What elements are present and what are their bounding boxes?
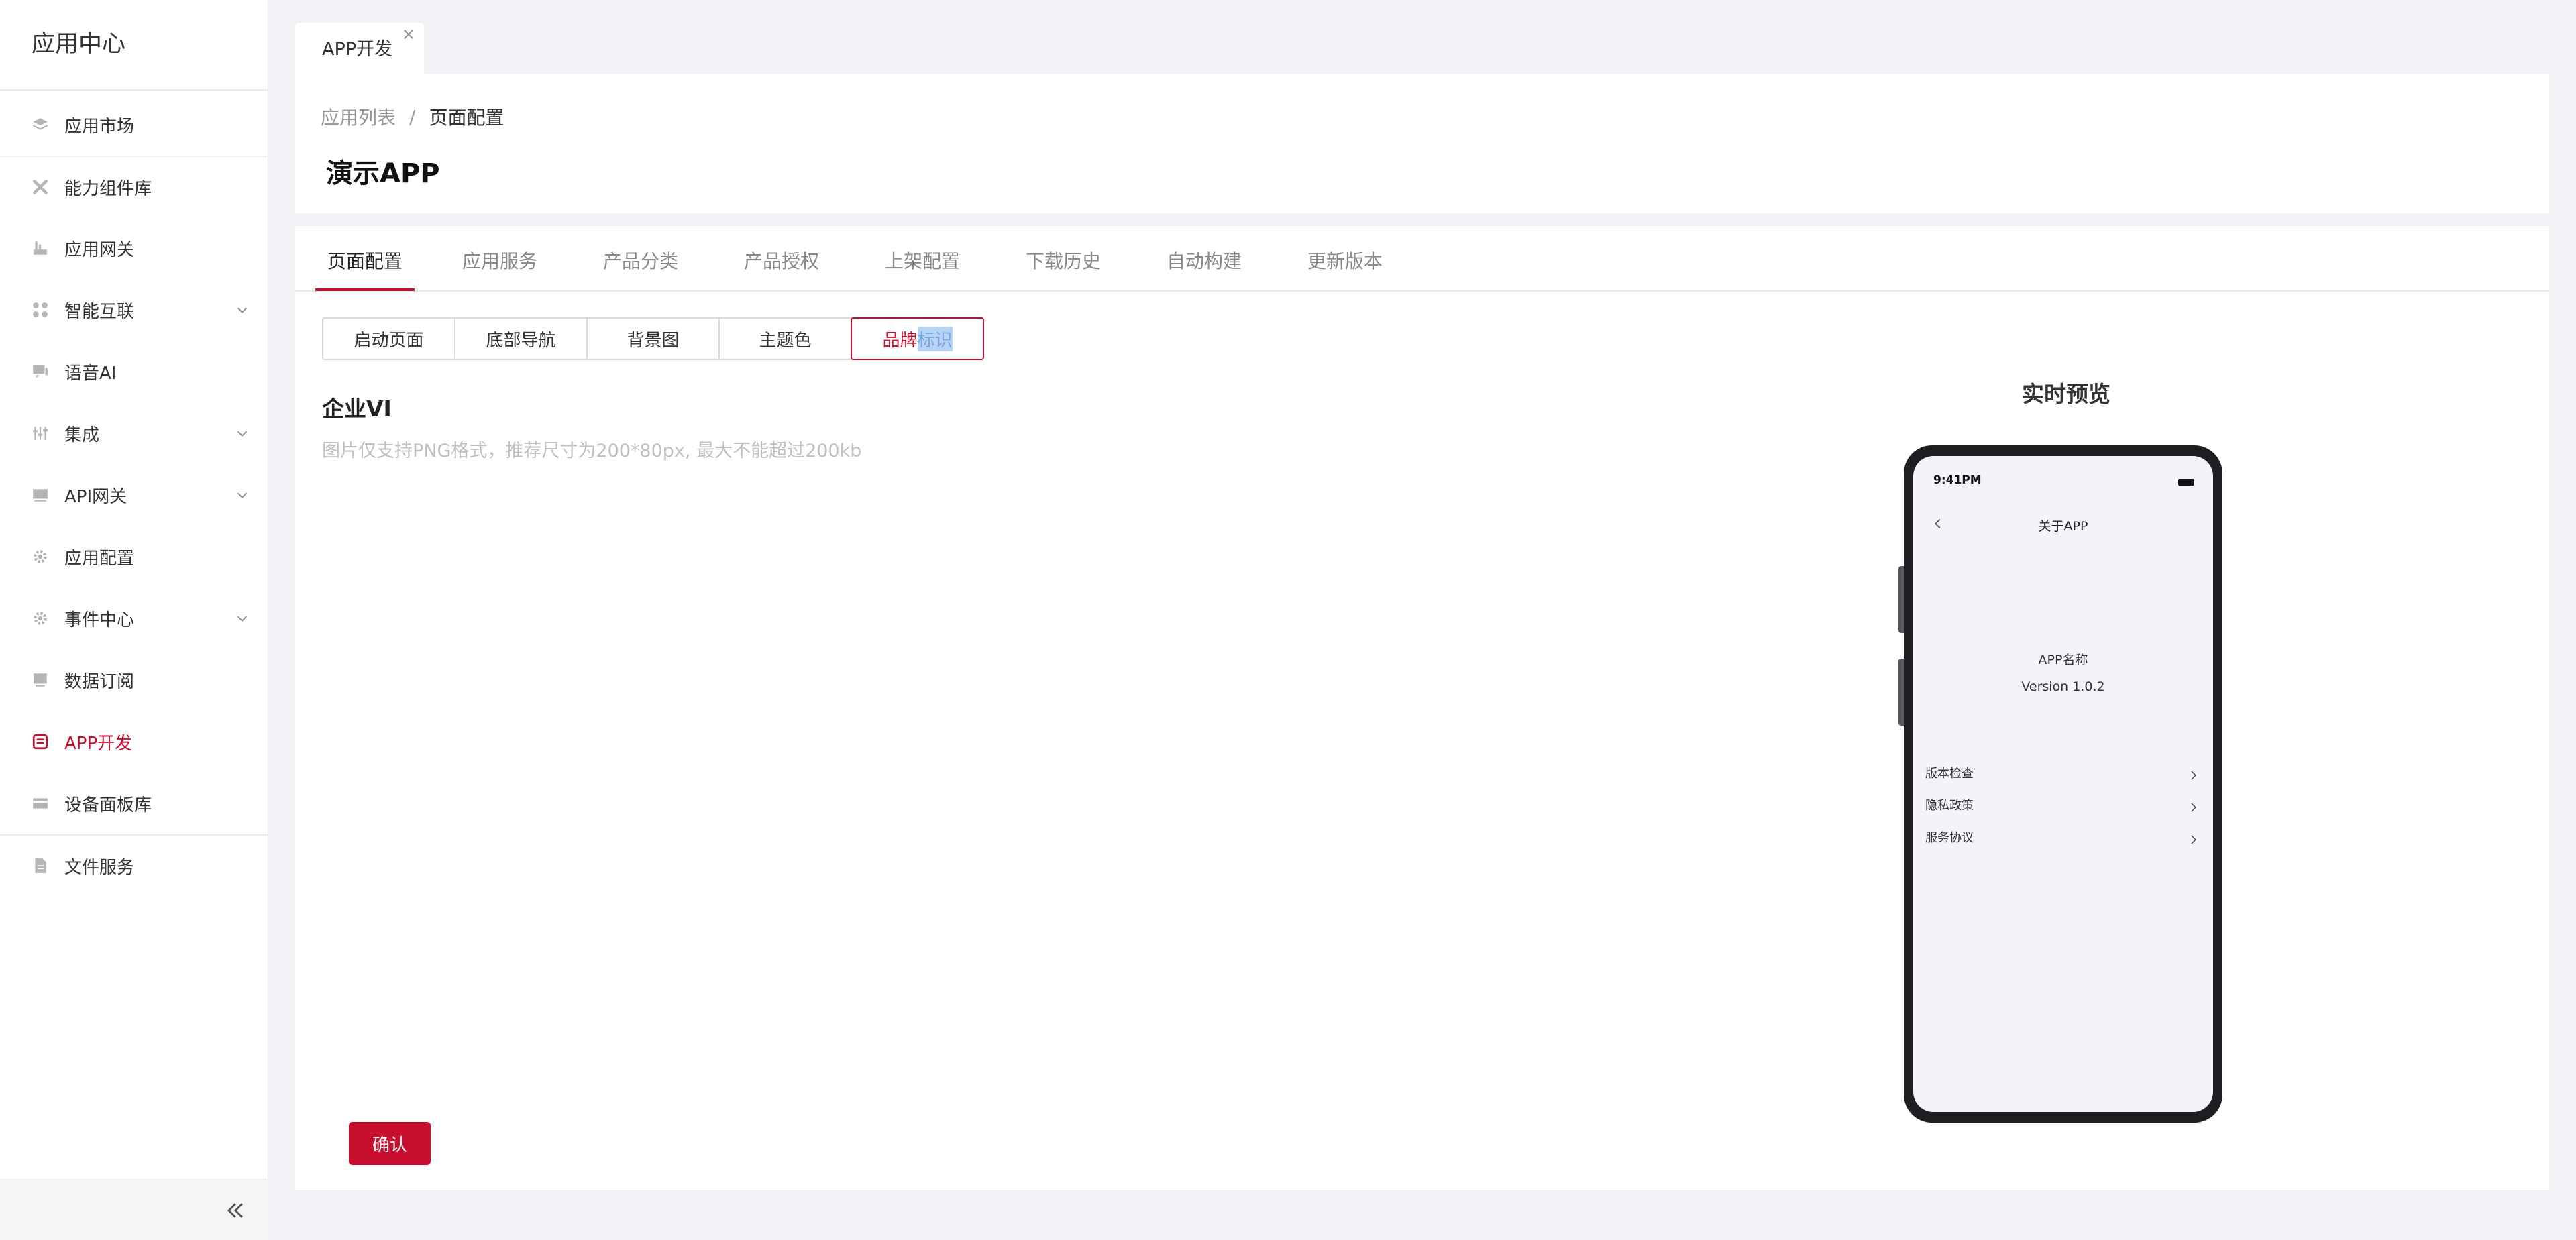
tab-update-version[interactable]: 更新版本	[1299, 250, 1391, 290]
status-time: 9:41PM	[1933, 473, 1982, 487]
phone-row-label: 版本检查	[1925, 767, 1974, 781]
segment-background[interactable]: 背景图	[586, 317, 720, 360]
sidebar: 应用中心 应用市场 能力组件库 应用网关 智能互联 语音AI 集成 API网关 …	[0, 0, 268, 1240]
sidebar-item-label: 设备面板库	[64, 795, 152, 815]
chat-icon	[32, 363, 49, 380]
sidebar-item-smart-connect[interactable]: 智能互联	[0, 279, 268, 341]
sidebar-item-event-center[interactable]: 事件中心	[0, 587, 268, 649]
breadcrumb-separator: /	[409, 105, 416, 128]
preview-title: 实时预览	[2022, 381, 2110, 407]
chevron-down-icon[interactable]	[235, 611, 250, 626]
sidebar-footer	[0, 1179, 268, 1240]
segment-brand-logo[interactable]: 品牌 标识	[851, 317, 984, 360]
config-segment-group: 启动页面 底部导航 背景图 主题色 品牌 标识	[322, 317, 984, 360]
phone-row-label: 服务协议	[1925, 831, 1974, 845]
sidebar-item-label: API网关	[64, 486, 127, 507]
gear-icon	[32, 548, 49, 565]
tab-download-history[interactable]: 下载历史	[1018, 250, 1109, 290]
sidebar-item-app-market[interactable]: 应用市场	[0, 94, 268, 156]
sidebar-item-label: 应用市场	[64, 116, 135, 137]
sidebar-item-file-service[interactable]: 文件服务	[0, 834, 268, 896]
sidebar-item-label: 应用网关	[64, 239, 135, 260]
sliders-icon	[32, 425, 49, 442]
upload-hint: 图片仅支持PNG格式，推荐尺寸为200*80px, 最大不能超过200kb	[322, 441, 862, 461]
collapse-sidebar-icon[interactable]	[224, 1199, 247, 1222]
confirm-button[interactable]: 确认	[349, 1122, 431, 1165]
tab-auto-build[interactable]: 自动构建	[1159, 250, 1250, 290]
sidebar-item-label: 智能互联	[64, 301, 135, 322]
breadcrumb-item-current: 页面配置	[429, 107, 504, 129]
breadcrumb: 应用列表 / 页面配置	[321, 103, 504, 130]
main-card: 页面配置 应用服务 产品分类 产品授权 上架配置 下载历史 自动构建 更新版本 …	[295, 226, 2549, 1190]
screen-icon	[32, 671, 49, 689]
segment-bottom-nav[interactable]: 底部导航	[454, 317, 588, 360]
sidebar-item-integration[interactable]: 集成	[0, 402, 268, 464]
segment-splash-page[interactable]: 启动页面	[322, 317, 455, 360]
sidebar-item-api-gateway[interactable]: API网关	[0, 464, 268, 526]
phone-row-version-check[interactable]: 版本检查	[1925, 761, 2201, 788]
sidebar-item-label: 应用配置	[64, 548, 135, 569]
tab-listing-config[interactable]: 上架配置	[877, 250, 968, 290]
segment-theme-color[interactable]: 主题色	[718, 317, 852, 360]
tab-product-auth[interactable]: 产品授权	[736, 250, 827, 290]
top-tab-app-dev[interactable]: APP开发	[295, 23, 424, 74]
phone-side-button	[1898, 566, 1904, 633]
monitor-icon	[32, 486, 49, 504]
chevron-right-icon	[2191, 771, 2197, 780]
phone-row-label: 隐私政策	[1925, 799, 1974, 813]
chevron-down-icon[interactable]	[235, 302, 250, 317]
segment-label-highlight: 标识	[917, 326, 953, 351]
sidebar-item-label: 语音AI	[64, 363, 117, 384]
sidebar-item-label: 能力组件库	[64, 178, 152, 199]
header-card: 应用列表 / 页面配置 演示APP	[295, 74, 2549, 213]
phone-row-service-agreement[interactable]: 服务协议	[1925, 826, 2201, 852]
tab-product-category[interactable]: 产品分类	[595, 250, 686, 290]
card-icon	[32, 795, 49, 812]
sidebar-item-voice-ai[interactable]: 语音AI	[0, 341, 268, 402]
sidebar-item-app-config[interactable]: 应用配置	[0, 526, 268, 587]
phone-screen: 9:41PM 关于APP APP名称 Version 1.0.2 版本检查 隐私…	[1913, 456, 2213, 1112]
chevron-down-icon[interactable]	[235, 426, 250, 441]
app-version: Version 1.0.2	[2021, 679, 2105, 694]
section-title: 企业VI	[322, 396, 392, 422]
sidebar-item-data-subscription[interactable]: 数据订阅	[0, 649, 268, 711]
breadcrumb-item-app-list[interactable]: 应用列表	[321, 103, 396, 130]
sidebar-title: 应用中心	[0, 0, 268, 91]
sidebar-item-gateway[interactable]: 应用网关	[0, 217, 268, 279]
sidebar-item-label: 数据订阅	[64, 671, 135, 692]
layers-icon	[32, 116, 49, 133]
tools-icon	[32, 178, 49, 196]
segment-label: 品牌	[882, 330, 918, 351]
phone-nav-title: 关于APP	[2038, 519, 2088, 534]
close-icon[interactable]	[401, 27, 416, 42]
chevron-right-icon	[2191, 835, 2197, 844]
file-icon	[32, 857, 49, 875]
app-name: APP名称	[2038, 653, 2088, 667]
gateway-icon	[32, 239, 49, 257]
grid-icon	[32, 301, 49, 319]
chevron-down-icon[interactable]	[235, 488, 250, 502]
sidebar-item-device-panel[interactable]: 设备面板库	[0, 773, 268, 834]
sidebar-item-label: APP开发	[64, 733, 133, 754]
phone-side-button	[1898, 659, 1904, 726]
phone-preview: 9:41PM 关于APP APP名称 Version 1.0.2 版本检查 隐私…	[1898, 445, 2222, 1123]
sidebar-item-app-dev[interactable]: APP开发	[0, 711, 268, 773]
page-title: 演示APP	[326, 158, 440, 189]
tab-page-config[interactable]: 页面配置	[315, 250, 415, 291]
sidebar-item-label: 事件中心	[64, 610, 135, 630]
phone-row-privacy-policy[interactable]: 隐私政策	[1925, 793, 2201, 820]
tab-bar: 页面配置 应用服务 产品分类 产品授权 上架配置 下载历史 自动构建 更新版本	[295, 226, 2549, 292]
tab-app-service[interactable]: 应用服务	[454, 250, 545, 290]
sidebar-item-label: 集成	[64, 425, 100, 445]
sidebar-item-label: 文件服务	[64, 857, 135, 878]
sidebar-item-components[interactable]: 能力组件库	[0, 156, 268, 217]
app-icon	[32, 733, 49, 750]
gear-icon	[32, 610, 49, 627]
top-tab-label: APP开发	[322, 39, 393, 60]
chevron-right-icon	[2191, 803, 2197, 812]
battery-icon	[2178, 479, 2194, 486]
